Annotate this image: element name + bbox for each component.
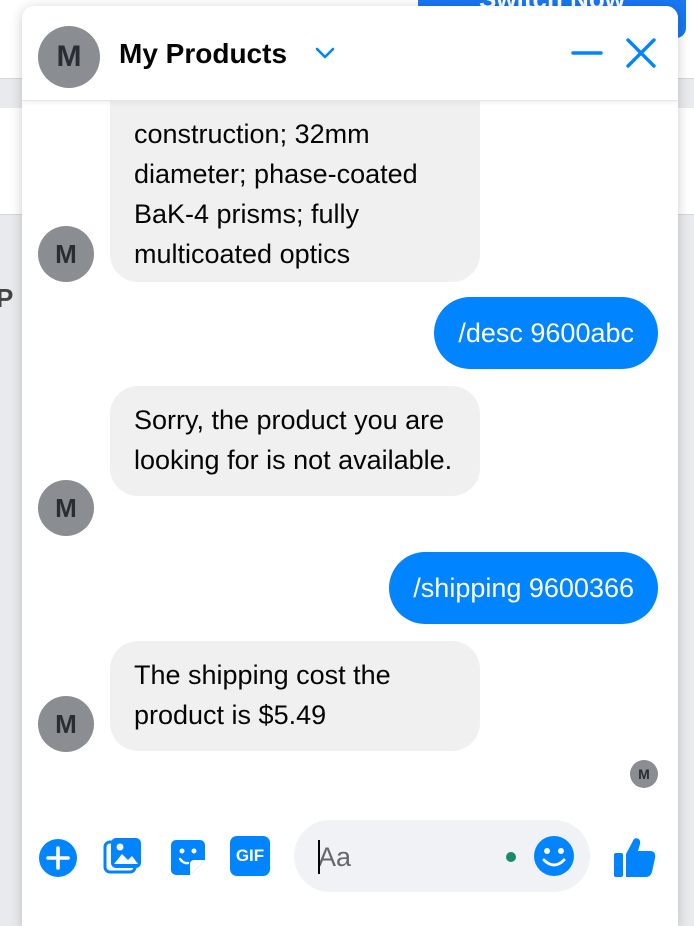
chevron-down-icon[interactable] [314, 42, 336, 64]
minimize-icon[interactable] [570, 36, 604, 70]
text-caret [318, 840, 320, 874]
background-text-fragment: P [0, 283, 14, 313]
message-list[interactable]: construction; 32mm diameter; phase-coate… [22, 6, 678, 806]
photo-icon[interactable] [102, 836, 144, 878]
avatar: M [38, 480, 94, 536]
thumbs-up-icon[interactable] [612, 834, 658, 880]
message-input-container[interactable] [294, 820, 590, 892]
message-bubble-incoming: construction; 32mm diameter; phase-coate… [110, 70, 480, 282]
status-dot [506, 852, 516, 862]
message-bubble-outgoing: /shipping 9600366 [389, 552, 658, 624]
sticker-icon[interactable] [168, 836, 208, 878]
message-bubble-incoming: Sorry, the product you are looking for i… [110, 386, 480, 496]
seen-avatar: M [630, 760, 658, 788]
emoji-icon[interactable] [532, 834, 576, 878]
avatar: M [38, 226, 94, 282]
gif-label: GIF [235, 846, 265, 865]
close-icon[interactable] [622, 34, 660, 72]
message-bubble-outgoing: /desc 9600abc [434, 297, 658, 369]
chat-window: construction; 32mm diameter; phase-coate… [22, 6, 678, 926]
chat-title[interactable]: My Products [119, 38, 287, 70]
avatar: M [38, 696, 94, 752]
plus-circle-icon[interactable] [38, 838, 78, 878]
gif-icon[interactable]: GIF [230, 836, 270, 876]
message-bubble-incoming: The shipping cost the product is $5.49 [110, 641, 480, 751]
message-input[interactable] [316, 834, 500, 880]
chat-header: M My Products [22, 6, 678, 101]
message-composer: GIF [22, 806, 678, 926]
chat-avatar[interactable]: M [38, 26, 100, 88]
